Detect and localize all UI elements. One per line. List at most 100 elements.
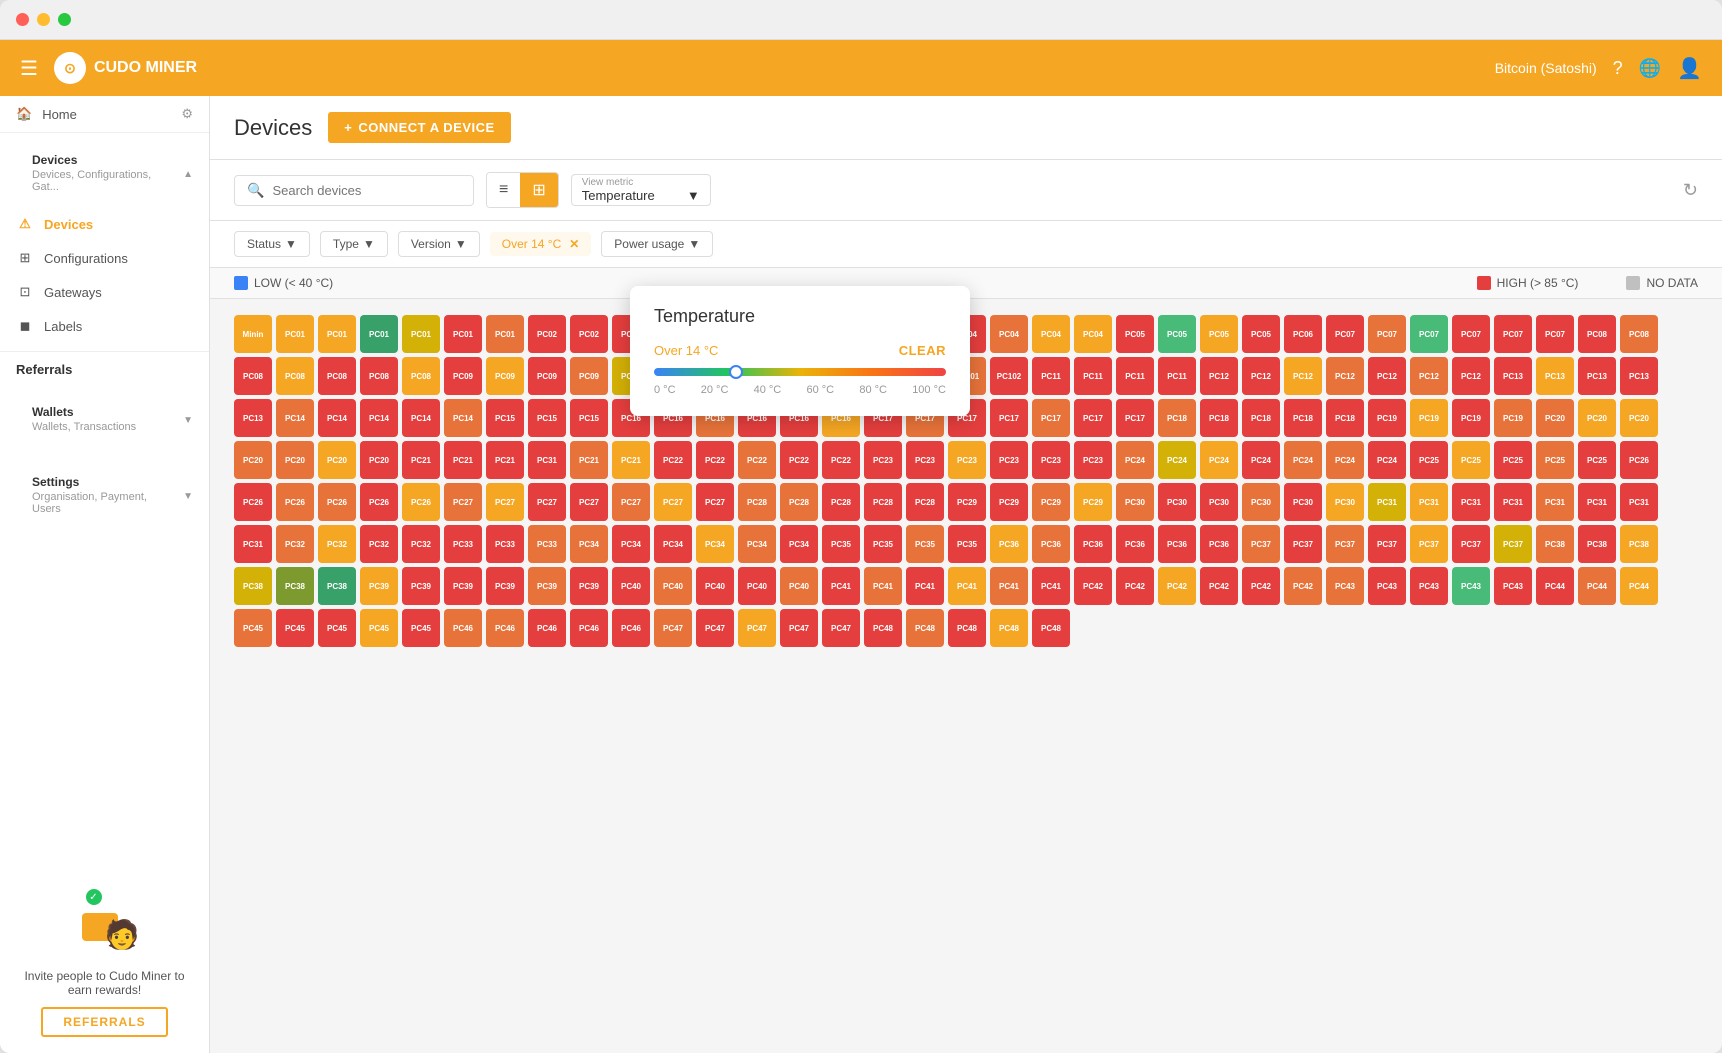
device-tile[interactable]: PC46 xyxy=(486,609,524,647)
active-filter[interactable]: Over 14 °C ✕ xyxy=(490,232,592,256)
device-tile[interactable]: PC01 xyxy=(318,315,356,353)
device-tile[interactable]: PC15 xyxy=(570,399,608,437)
device-tile[interactable]: PC11 xyxy=(1032,357,1070,395)
device-tile[interactable]: PC34 xyxy=(696,525,734,563)
device-tile[interactable]: PC18 xyxy=(1158,399,1196,437)
sidebar-item-devices[interactable]: ⚠ Devices xyxy=(0,207,209,241)
device-tile[interactable]: PC05 xyxy=(1158,315,1196,353)
device-tile[interactable]: PC24 xyxy=(1368,441,1406,479)
device-tile[interactable]: PC47 xyxy=(822,609,860,647)
device-tile[interactable]: PC21 xyxy=(570,441,608,479)
device-tile[interactable]: PC42 xyxy=(1200,567,1238,605)
device-tile[interactable]: PC12 xyxy=(1452,357,1490,395)
device-tile[interactable]: PC33 xyxy=(528,525,566,563)
device-tile[interactable]: PC26 xyxy=(402,483,440,521)
device-tile[interactable]: PC35 xyxy=(864,525,902,563)
device-tile[interactable]: PC36 xyxy=(1116,525,1154,563)
device-tile[interactable]: PC28 xyxy=(822,483,860,521)
device-tile[interactable]: PC15 xyxy=(486,399,524,437)
device-tile[interactable]: PC35 xyxy=(822,525,860,563)
device-tile[interactable]: PC48 xyxy=(906,609,944,647)
device-tile[interactable]: PC40 xyxy=(696,567,734,605)
device-tile[interactable]: PC01 xyxy=(402,315,440,353)
device-tile[interactable]: PC23 xyxy=(1032,441,1070,479)
device-tile[interactable]: PC20 xyxy=(276,441,314,479)
device-tile[interactable]: PC05 xyxy=(1116,315,1154,353)
device-tile[interactable]: PC46 xyxy=(612,609,650,647)
device-tile[interactable]: PC39 xyxy=(360,567,398,605)
device-tile[interactable]: PC08 xyxy=(1578,315,1616,353)
device-tile[interactable]: PC13 xyxy=(1536,357,1574,395)
devices-group-header[interactable]: Devices Devices, Configurations, Gat... … xyxy=(0,141,209,207)
device-tile[interactable]: PC38 xyxy=(1620,525,1658,563)
sidebar-item-home[interactable]: 🏠 Home xyxy=(16,106,77,122)
device-tile[interactable]: PC01 xyxy=(486,315,524,353)
device-tile[interactable]: PC38 xyxy=(318,567,356,605)
device-tile[interactable]: PC20 xyxy=(360,441,398,479)
device-tile[interactable]: PC45 xyxy=(402,609,440,647)
device-tile[interactable]: PC45 xyxy=(276,609,314,647)
device-tile[interactable]: PC37 xyxy=(1410,525,1448,563)
device-tile[interactable]: PC32 xyxy=(360,525,398,563)
device-tile[interactable]: PC46 xyxy=(570,609,608,647)
device-tile[interactable]: PC42 xyxy=(1158,567,1196,605)
device-tile[interactable]: PC23 xyxy=(948,441,986,479)
device-tile[interactable]: PC29 xyxy=(990,483,1028,521)
device-tile[interactable]: PC22 xyxy=(780,441,818,479)
device-tile[interactable]: PC09 xyxy=(444,357,482,395)
device-tile[interactable]: PC26 xyxy=(360,483,398,521)
device-tile[interactable]: PC31 xyxy=(1620,483,1658,521)
device-tile[interactable]: PC28 xyxy=(906,483,944,521)
device-tile[interactable]: PC35 xyxy=(948,525,986,563)
device-tile[interactable]: PC30 xyxy=(1242,483,1280,521)
device-tile[interactable]: PC29 xyxy=(948,483,986,521)
device-tile[interactable]: PC22 xyxy=(654,441,692,479)
device-tile[interactable]: PC41 xyxy=(822,567,860,605)
device-tile[interactable]: PC34 xyxy=(738,525,776,563)
device-tile[interactable]: PC31 xyxy=(528,441,566,479)
device-tile[interactable]: PC17 xyxy=(1116,399,1154,437)
device-tile[interactable]: PC08 xyxy=(318,357,356,395)
device-tile[interactable]: PC44 xyxy=(1536,567,1574,605)
device-tile[interactable]: PC22 xyxy=(696,441,734,479)
device-tile[interactable]: PC40 xyxy=(738,567,776,605)
device-tile[interactable]: PC46 xyxy=(528,609,566,647)
device-tile[interactable]: PC30 xyxy=(1326,483,1364,521)
device-tile[interactable]: PC45 xyxy=(360,609,398,647)
sidebar-item-configurations[interactable]: ⊞ Configurations xyxy=(0,241,209,275)
device-tile[interactable]: Minin xyxy=(234,315,272,353)
device-tile[interactable]: PC37 xyxy=(1494,525,1532,563)
device-tile[interactable]: PC12 xyxy=(1326,357,1364,395)
device-tile[interactable]: PC28 xyxy=(864,483,902,521)
device-tile[interactable]: PC07 xyxy=(1368,315,1406,353)
device-tile[interactable]: PC04 xyxy=(1032,315,1070,353)
remove-filter-icon[interactable]: ✕ xyxy=(569,237,579,251)
device-tile[interactable]: PC09 xyxy=(570,357,608,395)
device-tile[interactable]: PC27 xyxy=(570,483,608,521)
close-dot[interactable] xyxy=(16,13,29,26)
device-tile[interactable]: PC26 xyxy=(318,483,356,521)
device-tile[interactable]: PC39 xyxy=(402,567,440,605)
device-tile[interactable]: PC31 xyxy=(234,525,272,563)
device-tile[interactable]: PC20 xyxy=(234,441,272,479)
device-tile[interactable]: PC48 xyxy=(948,609,986,647)
device-tile[interactable]: PC07 xyxy=(1536,315,1574,353)
device-tile[interactable]: PC09 xyxy=(486,357,524,395)
device-tile[interactable]: PC19 xyxy=(1368,399,1406,437)
device-tile[interactable]: PC44 xyxy=(1578,567,1616,605)
device-tile[interactable]: PC37 xyxy=(1242,525,1280,563)
device-tile[interactable]: PC01 xyxy=(360,315,398,353)
device-tile[interactable]: PC43 xyxy=(1410,567,1448,605)
device-tile[interactable]: PC36 xyxy=(1200,525,1238,563)
list-view-button[interactable]: ≡ xyxy=(487,173,520,207)
device-tile[interactable]: PC31 xyxy=(1494,483,1532,521)
device-tile[interactable]: PC17 xyxy=(1032,399,1070,437)
device-tile[interactable]: PC32 xyxy=(402,525,440,563)
device-tile[interactable]: PC34 xyxy=(612,525,650,563)
device-tile[interactable]: PC30 xyxy=(1158,483,1196,521)
device-tile[interactable]: PC12 xyxy=(1242,357,1280,395)
device-tile[interactable]: PC13 xyxy=(234,399,272,437)
device-tile[interactable]: PC05 xyxy=(1242,315,1280,353)
device-tile[interactable]: PC31 xyxy=(1452,483,1490,521)
device-tile[interactable]: PC31 xyxy=(1368,483,1406,521)
